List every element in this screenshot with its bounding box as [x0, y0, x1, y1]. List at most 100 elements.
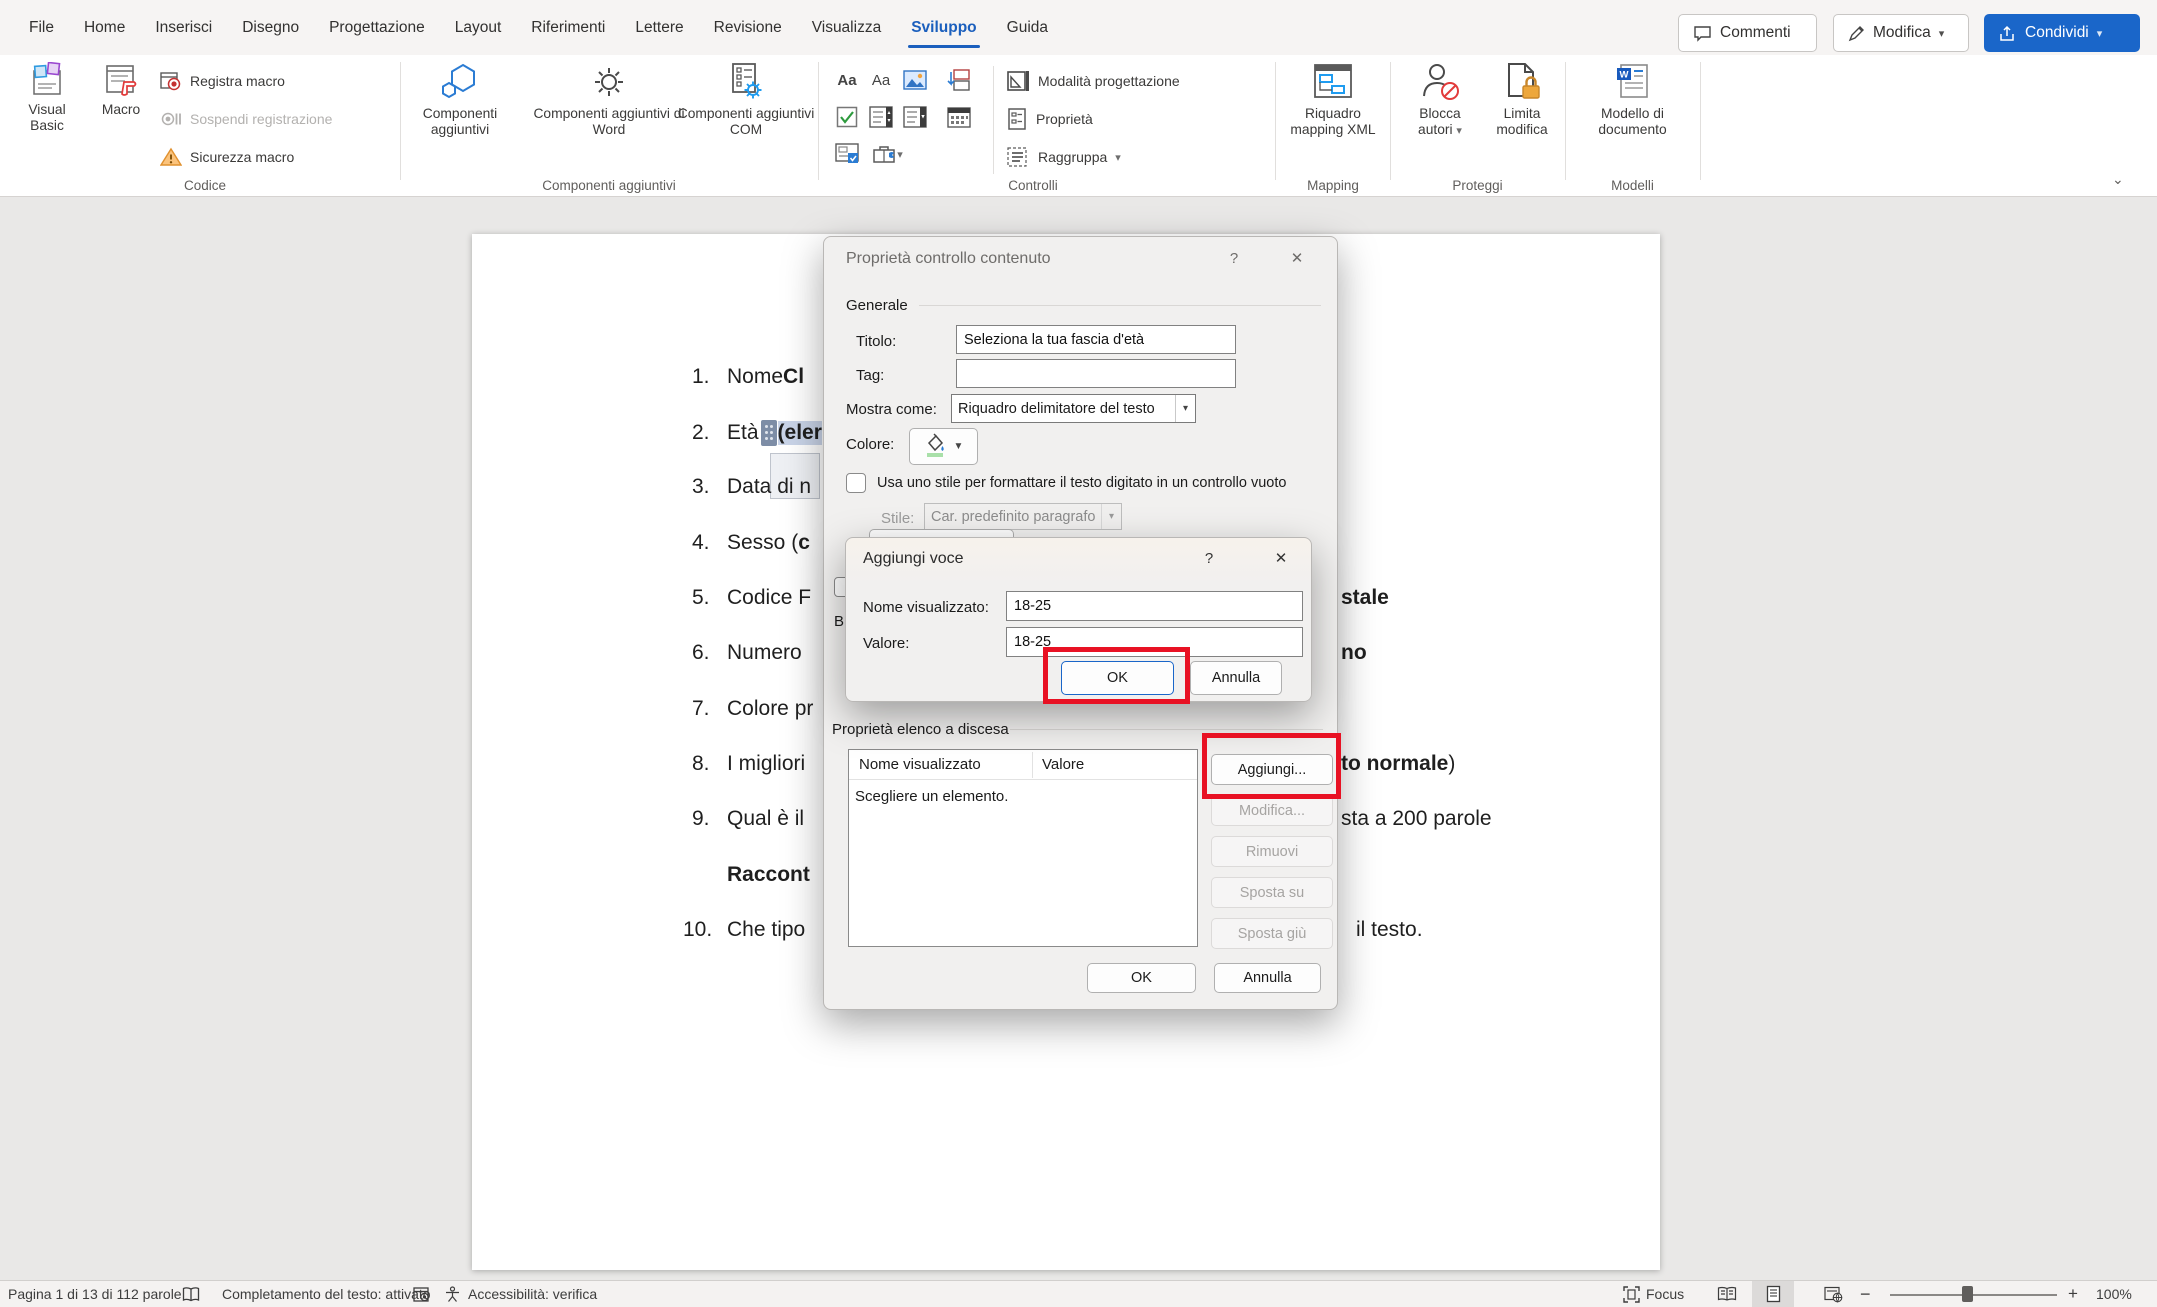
zoom-slider-handle[interactable] — [1962, 1286, 1973, 1302]
tab-disegno[interactable]: Disegno — [227, 0, 314, 55]
display-name-label: Nome visualizzato: — [863, 599, 989, 616]
chevron-down-icon: ▾ — [1175, 395, 1195, 422]
tab-progettazione[interactable]: Progettazione — [314, 0, 440, 55]
zoom-in-button[interactable]: + — [2068, 1281, 2078, 1307]
focus-icon — [1623, 1286, 1640, 1303]
tab-lettere[interactable]: Lettere — [620, 0, 698, 55]
close-icon[interactable]: ✕ — [1266, 549, 1296, 567]
comment-icon — [1693, 25, 1712, 42]
text-completion-status[interactable]: Completamento del testo: attivato — [222, 1281, 431, 1307]
document-template-label-line1: Modello di — [1601, 106, 1664, 121]
legacy-tools-icon — [835, 143, 859, 165]
use-style-checkbox[interactable] — [846, 473, 866, 493]
choices-list[interactable]: Nome visualizzato Valore Scegliere un el… — [848, 749, 1198, 947]
list-header-row: Nome visualizzato Valore — [849, 750, 1197, 780]
word-count[interactable]: 3 di 112 parole — [90, 1281, 182, 1307]
list-item[interactable]: Scegliere un elemento. — [855, 788, 1008, 805]
column-header-name[interactable]: Nome visualizzato — [859, 756, 981, 773]
toolbox-button[interactable]: ▾ — [866, 140, 910, 168]
legacy-tools-button[interactable] — [832, 140, 862, 168]
tab-home[interactable]: Home — [69, 0, 140, 55]
visual-basic-icon — [28, 62, 66, 98]
help-button[interactable]: ? — [1219, 250, 1249, 267]
accessibility-status[interactable]: Accessibilità: verifica — [468, 1281, 597, 1307]
dialog-title: Aggiungi voce — [863, 550, 964, 568]
rich-text-control-button[interactable]: Aa — [832, 66, 862, 94]
show-as-select[interactable]: Riquadro delimitatore del testo ▾ — [951, 394, 1196, 423]
tab-layout[interactable]: Layout — [440, 0, 517, 55]
doc-line-5: 5. Codice F — [692, 586, 811, 610]
focus-mode-button[interactable]: Focus — [1623, 1281, 1684, 1307]
read-mode-button[interactable] — [1706, 1281, 1748, 1307]
collapse-ribbon-button[interactable]: ⌄ — [2112, 171, 2124, 188]
group-label-proteggi: Proteggi — [1390, 178, 1565, 193]
color-picker-button[interactable]: ▼ — [909, 428, 978, 465]
group-controls-button[interactable]: Raggruppa ▾ — [1006, 142, 1121, 172]
comments-button[interactable]: Commenti — [1678, 14, 1817, 52]
tab-sviluppo-active[interactable]: Sviluppo — [896, 0, 991, 55]
document-template-button[interactable]: W Modello di documento — [1585, 62, 1680, 138]
checkbox-control-button[interactable] — [832, 103, 862, 131]
page-indicator[interactable]: Pagina 1 di 1 — [8, 1281, 90, 1307]
ribbon-tab-bar: File Home Inserisci Disegno Progettazion… — [0, 0, 2157, 55]
edit-mode-label: Modifica — [1873, 24, 1931, 42]
zoom-out-button[interactable]: − — [1860, 1281, 1871, 1307]
print-layout-button[interactable] — [1752, 1281, 1794, 1307]
plain-text-aa-icon: Aa — [872, 72, 890, 89]
tab-revisione[interactable]: Revisione — [699, 0, 797, 55]
help-button[interactable]: ? — [1194, 550, 1224, 567]
block-authors-icon — [1419, 62, 1461, 102]
macro-button[interactable]: Macro — [92, 62, 150, 118]
pause-recording-label: Sospendi registrazione — [190, 111, 332, 127]
com-addins-button[interactable]: Componenti aggiuntivi COM — [668, 62, 824, 138]
tab-visualizza[interactable]: Visualizza — [797, 0, 897, 55]
restrict-editing-button[interactable]: Limita modifica — [1482, 62, 1562, 138]
zoom-slider-track[interactable] — [1890, 1294, 2057, 1296]
macro-record-icon[interactable] — [413, 1281, 431, 1307]
dropdown-list-control-button[interactable] — [900, 103, 930, 131]
tab-inserisci[interactable]: Inserisci — [140, 0, 227, 55]
properties-button[interactable]: Proprietà — [1006, 104, 1093, 134]
edit-mode-button[interactable]: Modifica ▾ — [1833, 14, 1969, 52]
title-input[interactable] — [956, 325, 1236, 354]
chevron-down-icon: ▾ — [2097, 27, 2103, 40]
tab-riferimenti[interactable]: Riferimenti — [516, 0, 620, 55]
tab-file[interactable]: File — [14, 0, 69, 55]
plain-text-control-button[interactable]: Aa — [866, 66, 896, 94]
cancel-button[interactable]: Annulla — [1190, 661, 1282, 695]
share-button[interactable]: Condividi ▾ — [1984, 14, 2140, 52]
addins-button[interactable]: Componenti aggiuntivi — [385, 62, 535, 138]
section-divider — [1010, 729, 1323, 730]
tab-guida[interactable]: Guida — [992, 0, 1063, 55]
doc-line-7: 7. Colore pr — [692, 697, 813, 721]
ok-button[interactable]: OK — [1087, 963, 1196, 993]
accessibility-icon[interactable] — [444, 1281, 461, 1307]
gear-icon — [588, 62, 630, 102]
proofing-icon[interactable] — [182, 1281, 200, 1307]
close-icon[interactable]: ✕ — [1282, 249, 1312, 267]
dialog-title: Proprietà controllo contenuto — [846, 250, 1051, 268]
xml-mapping-pane-button[interactable]: Riquadro mapping XML — [1277, 62, 1389, 138]
calendar-icon — [947, 106, 971, 128]
macro-security-button[interactable]: Sicurezza macro — [160, 142, 294, 172]
visual-basic-button[interactable]: Visual Basic — [18, 62, 76, 134]
combo-box-control-button[interactable] — [866, 103, 896, 131]
com-addins-icon — [725, 62, 767, 102]
block-authors-button[interactable]: Blocca autori ▾ — [1400, 62, 1480, 138]
tag-input[interactable] — [956, 359, 1236, 388]
chevron-down-icon: ▾ — [1939, 27, 1945, 40]
tab-strip: File Home Inserisci Disegno Progettazion… — [14, 0, 1063, 55]
record-macro-button[interactable]: Registra macro — [160, 66, 285, 96]
rich-text-aa-icon: Aa — [837, 72, 856, 89]
cancel-button[interactable]: Annulla — [1214, 963, 1321, 993]
macro-security-label: Sicurezza macro — [190, 149, 294, 165]
web-layout-button[interactable] — [1812, 1281, 1854, 1307]
repeating-section-control-button[interactable] — [944, 66, 974, 94]
design-mode-button[interactable]: Modalità progettazione — [1006, 66, 1180, 96]
content-control-handle[interactable] — [761, 420, 777, 446]
date-picker-control-button[interactable] — [944, 103, 974, 131]
picture-control-button[interactable] — [900, 66, 930, 94]
display-name-input[interactable] — [1006, 591, 1303, 621]
zoom-level[interactable]: 100% — [2096, 1281, 2132, 1307]
column-header-value[interactable]: Valore — [1042, 756, 1084, 773]
